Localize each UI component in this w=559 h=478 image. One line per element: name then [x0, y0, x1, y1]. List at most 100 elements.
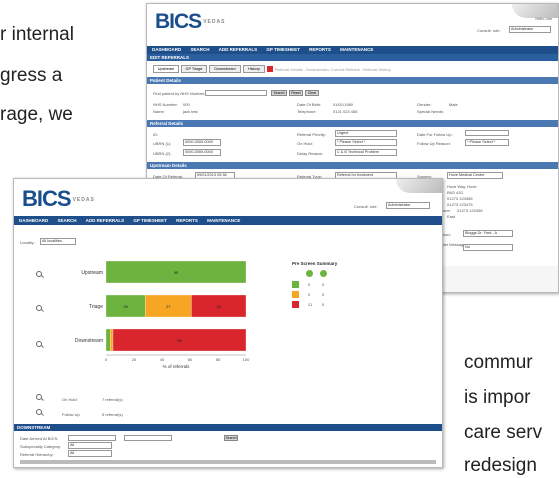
tick-label: 80 [216, 357, 221, 362]
logo-subtext: VEDAS [72, 196, 95, 203]
nhs-number-input[interactable] [205, 90, 267, 96]
consult-role-select[interactable]: Administrator [509, 26, 551, 33]
nav-gp-timesheet[interactable]: GP TIMESHEET [266, 47, 299, 52]
priority-label: Referral Priority: [297, 132, 326, 137]
tick-label: 60 [188, 357, 193, 362]
zoom-icon[interactable] [36, 394, 42, 400]
tick-label: 0 [105, 357, 108, 362]
search-button[interactable]: Search [271, 90, 287, 96]
search-button[interactable]: Search [224, 435, 238, 441]
field-label: UBRN (1): [153, 141, 172, 146]
check-icon [320, 270, 327, 277]
follow-up-label: Follow Up [62, 412, 80, 417]
dashboard-screenshot: BICS VEDAS Consult. role: Administrator D… [13, 178, 443, 468]
field-value: 0121 023 456 [333, 109, 358, 114]
date-arrived-input[interactable] [68, 435, 116, 441]
clear-button[interactable]: Clear [305, 90, 319, 96]
category-label: Downstream [75, 338, 103, 344]
consult-role-label: Consult. role: [354, 204, 378, 209]
consult-role-select[interactable]: Administrator [386, 202, 430, 209]
tick-label: 20 [132, 357, 137, 362]
field-value: Hove Way, Hove [447, 184, 477, 189]
article-line: rage, we [0, 104, 73, 125]
check-icon [306, 270, 313, 277]
nav-add-referrals[interactable]: ADD REFERRALS [219, 47, 258, 52]
nav-dashboard[interactable]: DASHBOARD [152, 47, 181, 52]
date-follow-up-label: Date For Follow Up: [417, 132, 453, 137]
nav-add-referrals[interactable]: ADD REFERRALS [86, 218, 125, 223]
priority-select[interactable]: Urgent [335, 130, 397, 137]
main-nav: DASHBOARD SEARCH ADD REFERRALS GP TIMESH… [14, 216, 442, 225]
zoom-icon[interactable] [36, 341, 42, 347]
tab-history[interactable]: History [243, 65, 265, 73]
field-label: NHS Number: [153, 102, 178, 107]
page-subtitle: EDIT REFERRALS [147, 54, 558, 61]
field-value: 01273 123456 [457, 208, 483, 213]
nav-maintenance[interactable]: MAINTENANCE [207, 218, 240, 223]
patient-details-header: Patient Details [147, 77, 558, 84]
tab-gp-triage[interactable]: GP Triage [181, 65, 207, 73]
field-value: Male [449, 102, 458, 107]
on-hold-select[interactable]: * Please Select * [335, 139, 397, 146]
zoom-icon[interactable] [36, 305, 42, 311]
legend-swatch [292, 281, 299, 288]
nav-search[interactable]: SEARCH [58, 218, 77, 223]
x-axis-label: % of referrals [163, 364, 191, 369]
nav-gp-timesheet[interactable]: GP TIMESHEET [133, 218, 166, 223]
article-line: redesign [464, 455, 537, 476]
logo-text: BICS [22, 186, 72, 211]
bics-logo: BICS VEDAS [22, 186, 95, 212]
upstream-details-header: Upstream Details [147, 162, 558, 169]
delay-reason-label: Delay Reason: [297, 151, 324, 156]
tab-upstream[interactable]: Upstream [153, 65, 179, 73]
zoom-icon[interactable] [36, 271, 42, 277]
summary-title: Pre Screen Summary [292, 261, 338, 266]
follow-reason-label: Follow Up Reason: [417, 141, 451, 146]
main-nav: DASHBOARD SEARCH ADD REFERRALS GP TIMESH… [147, 46, 558, 54]
tick-label: 40 [160, 357, 165, 362]
ubrn1-input[interactable]: 0000-0000-0000 [183, 139, 221, 146]
nav-maintenance[interactable]: MAINTENANCE [340, 47, 373, 52]
legend-total: 0 [322, 302, 325, 307]
nav-dashboard[interactable]: DASHBOARD [19, 218, 48, 223]
legend-count: 21 [308, 302, 313, 307]
bar-segment[interactable] [105, 328, 111, 352]
field-label: UBRN (2): [153, 151, 172, 156]
subspecialty-select[interactable]: All [68, 442, 112, 449]
zoom-icon[interactable] [36, 409, 42, 415]
date-arrived-to-input[interactable] [124, 435, 172, 441]
hierarchy-select[interactable]: All [68, 450, 112, 457]
find-patient-label: Find patient by NHS Number: [153, 91, 206, 96]
referral-details-header: Referral Details [147, 120, 558, 127]
article-line: is impor [464, 387, 531, 408]
legend-count: 0 [308, 292, 311, 297]
user-greeting: Hello Jan [535, 16, 552, 21]
on-hold-label: On Hold [62, 397, 77, 402]
tab-downstream[interactable]: Downstream [209, 65, 241, 73]
nav-search[interactable]: SEARCH [191, 47, 210, 52]
date-follow-up-input[interactable] [465, 130, 509, 136]
locality-select[interactable]: All localities [40, 238, 76, 245]
ubrn2-input[interactable]: 0000-0000-0000 [183, 149, 221, 156]
nav-reports[interactable]: REPORTS [176, 218, 198, 223]
on-hold-label: On Hold: [297, 141, 313, 146]
prescreen-chart: Upstream 95 Triage 26 27 33 Downstream 95 0 20 40 6… [75, 260, 250, 369]
reset-button[interactable]: Reset [289, 90, 303, 96]
nav-reports[interactable]: REPORTS [309, 47, 331, 52]
field-label: Gender: [417, 102, 432, 107]
bar-segment[interactable] [110, 328, 114, 352]
tick-label: 100 [243, 357, 250, 362]
field-value: 01273 123475 [447, 202, 473, 207]
follow-reason-select[interactable]: * Please Select * [465, 139, 509, 146]
header-ornament [396, 179, 442, 193]
field-value: 01273 123456 [447, 196, 473, 201]
filter-label: Date Arrived At BICS: [20, 436, 59, 441]
table-toolbar [20, 460, 436, 464]
field-label: Date Of Birth: [297, 102, 322, 107]
on-hold-value: 7 referral(s) [102, 397, 123, 402]
surgery-select[interactable]: Hove Medical Centre [447, 172, 503, 179]
referring-clinician-select[interactable]: Bloggs Dr. Fred - A [463, 230, 513, 237]
logo-subtext: VEDAS [203, 18, 226, 25]
letter-message-select[interactable]: No [463, 244, 513, 251]
delay-reason-select[interactable]: C & B Technical Problem [335, 149, 397, 156]
